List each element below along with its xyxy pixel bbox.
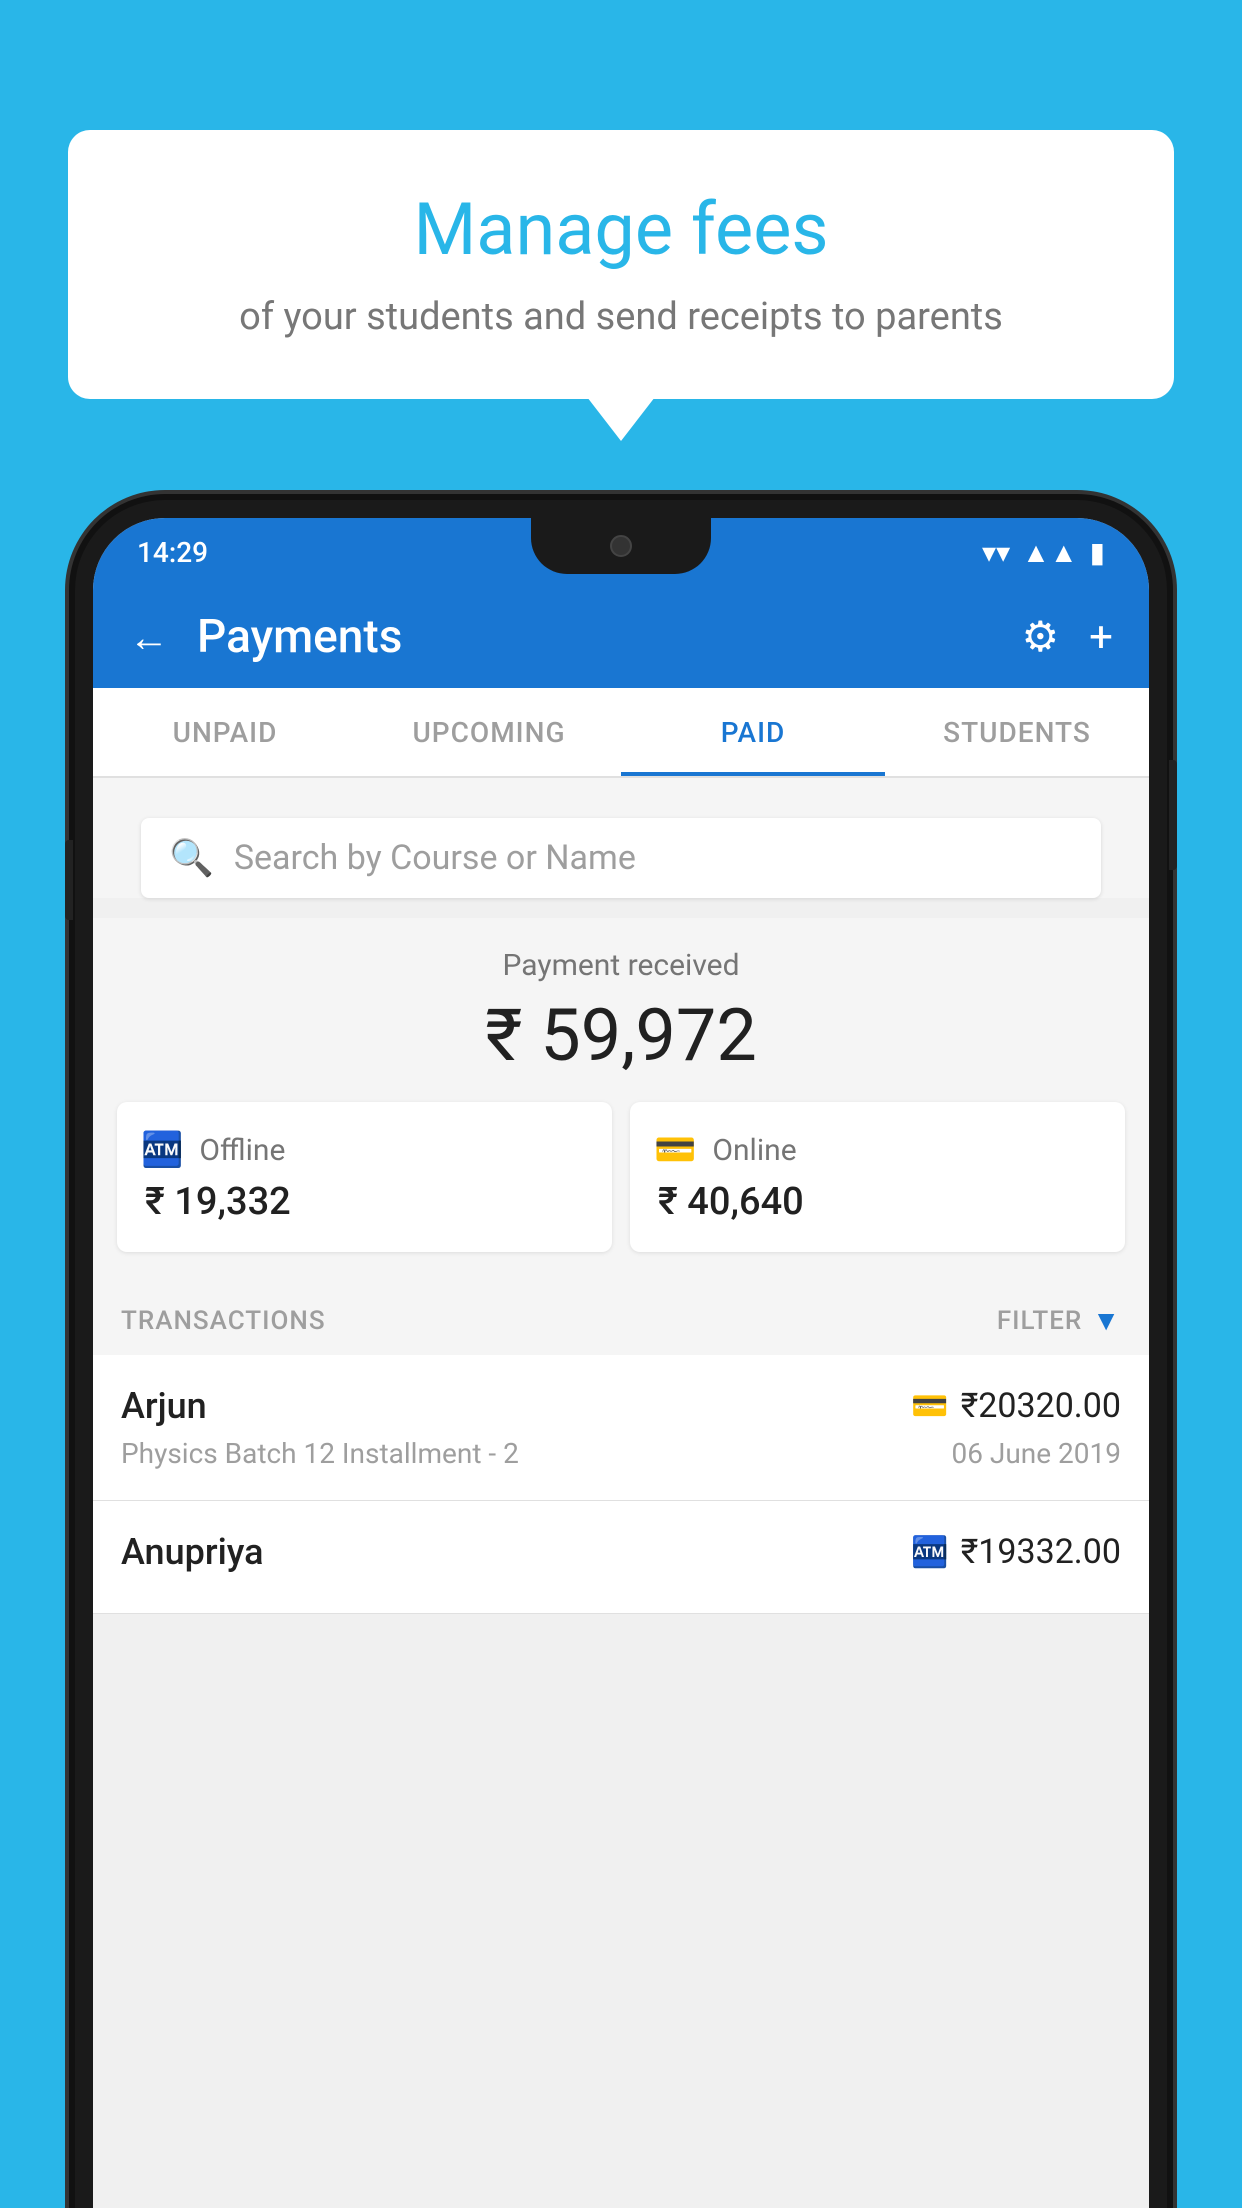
tabs-bar: UNPAID UPCOMING PAID STUDENTS bbox=[93, 688, 1149, 778]
transaction-amount: ₹20320.00 bbox=[961, 1386, 1121, 1426]
transaction-row-bottom: Physics Batch 12 Installment - 2 06 June… bbox=[121, 1437, 1121, 1470]
offline-card: 🏧 Offline ₹ 19,332 bbox=[117, 1102, 612, 1252]
tab-upcoming[interactable]: UPCOMING bbox=[357, 688, 621, 776]
online-payment-icon: 💳 bbox=[911, 1389, 948, 1424]
battery-icon: ▮ bbox=[1090, 536, 1105, 569]
filter-label: FILTER bbox=[997, 1306, 1082, 1336]
volume-button bbox=[65, 840, 73, 920]
transaction-name: Arjun bbox=[121, 1385, 207, 1427]
payment-cards: 🏧 Offline ₹ 19,332 💳 Online ₹ 40,640 bbox=[117, 1102, 1125, 1252]
tab-students[interactable]: STUDENTS bbox=[885, 688, 1149, 776]
offline-icon: 🏧 bbox=[141, 1130, 183, 1170]
phone-screen: 14:29 ▾▾ ▲▲ ▮ ← Payments ⚙ + UNPAID UPCO… bbox=[93, 518, 1149, 2208]
status-icons: ▾▾ ▲▲ ▮ bbox=[982, 536, 1105, 569]
add-button[interactable]: + bbox=[1089, 613, 1113, 662]
offline-label: Offline bbox=[199, 1133, 285, 1168]
bubble-title: Manage fees bbox=[128, 190, 1114, 269]
transaction-amount-wrap: 🏧 ₹19332.00 bbox=[911, 1532, 1121, 1572]
online-amount: ₹ 40,640 bbox=[654, 1180, 804, 1224]
status-time: 14:29 bbox=[137, 536, 208, 569]
offline-payment-icon: 🏧 bbox=[911, 1535, 948, 1570]
online-icon: 💳 bbox=[654, 1130, 696, 1170]
transaction-name: Anupriya bbox=[121, 1531, 264, 1573]
power-button bbox=[1169, 760, 1177, 870]
filter-button[interactable]: FILTER ▼ bbox=[997, 1304, 1121, 1337]
search-placeholder: Search by Course or Name bbox=[234, 838, 1073, 878]
phone-notch bbox=[531, 518, 711, 574]
camera bbox=[610, 535, 632, 557]
online-label: Online bbox=[712, 1133, 796, 1168]
payment-received-label: Payment received bbox=[117, 948, 1125, 983]
transaction-row-top: Arjun 💳 ₹20320.00 bbox=[121, 1385, 1121, 1427]
table-row[interactable]: Anupriya 🏧 ₹19332.00 bbox=[93, 1501, 1149, 1614]
app-header: ← Payments ⚙ + bbox=[93, 586, 1149, 688]
transaction-row-top: Anupriya 🏧 ₹19332.00 bbox=[121, 1531, 1121, 1573]
bubble-subtitle: of your students and send receipts to pa… bbox=[128, 291, 1114, 344]
settings-icon[interactable]: ⚙ bbox=[1022, 612, 1060, 662]
speech-bubble-container: Manage fees of your students and send re… bbox=[68, 130, 1174, 399]
offline-amount: ₹ 19,332 bbox=[141, 1180, 291, 1224]
header-title: Payments bbox=[197, 610, 994, 664]
payment-summary: Payment received ₹ 59,972 🏧 Offline ₹ 19… bbox=[93, 918, 1149, 1276]
transaction-detail: Physics Batch 12 Installment - 2 bbox=[121, 1437, 519, 1470]
transactions-header: TRANSACTIONS FILTER ▼ bbox=[93, 1276, 1149, 1355]
search-bar[interactable]: 🔍 Search by Course or Name bbox=[141, 818, 1101, 898]
offline-card-header: 🏧 Offline bbox=[141, 1130, 285, 1170]
online-card: 💳 Online ₹ 40,640 bbox=[630, 1102, 1125, 1252]
transaction-amount: ₹19332.00 bbox=[961, 1532, 1121, 1572]
filter-icon: ▼ bbox=[1092, 1304, 1121, 1337]
wifi-icon: ▾▾ bbox=[982, 536, 1010, 569]
search-icon: 🔍 bbox=[169, 837, 214, 879]
header-actions: ⚙ + bbox=[1022, 612, 1114, 662]
transaction-date: 06 June 2019 bbox=[951, 1437, 1121, 1470]
tab-paid[interactable]: PAID bbox=[621, 688, 885, 776]
tab-unpaid[interactable]: UNPAID bbox=[93, 688, 357, 776]
transaction-amount-wrap: 💳 ₹20320.00 bbox=[911, 1386, 1121, 1426]
transactions-label: TRANSACTIONS bbox=[121, 1306, 326, 1336]
speech-bubble: Manage fees of your students and send re… bbox=[68, 130, 1174, 399]
payment-total-amount: ₹ 59,972 bbox=[117, 993, 1125, 1078]
signal-icon: ▲▲ bbox=[1022, 536, 1077, 569]
online-card-header: 💳 Online bbox=[654, 1130, 797, 1170]
phone-frame: 14:29 ▾▾ ▲▲ ▮ ← Payments ⚙ + UNPAID UPCO… bbox=[75, 500, 1167, 2208]
table-row[interactable]: Arjun 💳 ₹20320.00 Physics Batch 12 Insta… bbox=[93, 1355, 1149, 1501]
back-button[interactable]: ← bbox=[129, 614, 169, 661]
